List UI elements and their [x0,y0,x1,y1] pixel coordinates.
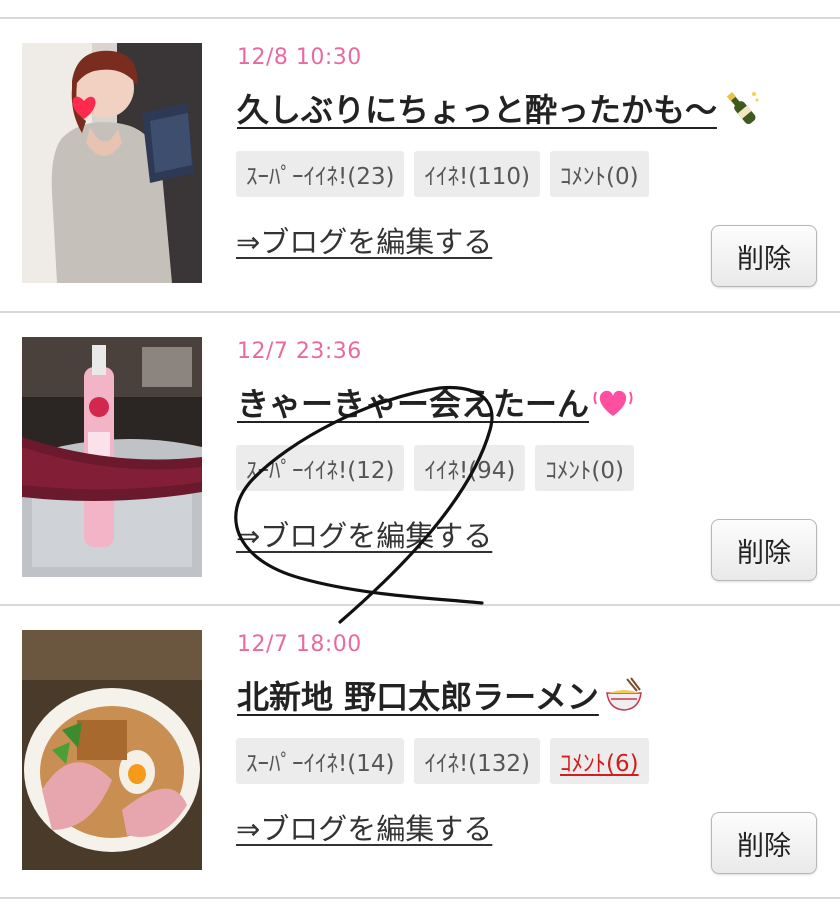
post-title[interactable]: きゃーきゃー会えたーん [237,379,633,428]
reaction-tags: ｽｰﾊﾟｰｲｲﾈ!(23) ｲｲﾈ!(110) ｺﾒﾝﾄ(0) [236,151,649,197]
champagne-bottle-icon [721,88,761,136]
noodle-bowl-icon [603,677,645,721]
like-count[interactable]: ｲｲﾈ!(132) [414,738,541,784]
delete-button[interactable]: 削除 [711,225,817,287]
post-thumbnail[interactable] [22,630,202,870]
post-title[interactable]: 北新地 野口太郎ラーメン [237,672,645,721]
post-title-text[interactable]: 北新地 野口太郎ラーメン [237,678,599,716]
comment-count: ｺﾒﾝﾄ(0) [535,445,634,491]
post-title-text[interactable]: 久しぶりにちょっと酔ったかも〜 [237,91,717,129]
super-like-count[interactable]: ｽｰﾊﾟｰｲｲﾈ!(23) [236,151,405,197]
blog-post-item: 12/8 10:30 久しぶりにちょっと酔ったかも〜 ｽｰﾊﾟｰｲｲﾈ!(23)… [0,19,840,311]
super-like-count[interactable]: ｽｰﾊﾟｰｲｲﾈ!(14) [236,738,405,784]
post-date: 12/8 10:30 [237,45,362,70]
post-thumbnail[interactable] [22,43,202,283]
comment-link[interactable]: ｺﾒﾝﾄ(6) [550,738,649,784]
reaction-tags: ｽｰﾊﾟｰｲｲﾈ!(14) ｲｲﾈ!(132) ｺﾒﾝﾄ(6) [236,738,649,784]
vibrating-heart-icon [593,384,633,428]
like-count[interactable]: ｲｲﾈ!(110) [414,151,541,197]
post-date: 12/7 23:36 [237,339,362,364]
bottom-divider [0,897,840,899]
comment-count: ｺﾒﾝﾄ(0) [550,151,649,197]
super-like-count[interactable]: ｽｰﾊﾟｰｲｲﾈ!(12) [236,445,405,491]
like-count[interactable]: ｲｲﾈ!(94) [414,445,526,491]
post-title-text[interactable]: きゃーきゃー会えたーん [237,385,589,423]
delete-button[interactable]: 削除 [711,519,817,581]
blog-post-item: 12/7 18:00 北新地 野口太郎ラーメン ｽｰﾊﾟｰｲｲﾈ!(14) ｲｲ… [0,606,840,898]
edit-blog-link[interactable]: ⇒ブログを編集する [236,513,492,555]
edit-blog-link[interactable]: ⇒ブログを編集する [236,219,492,261]
blog-post-item: 12/7 23:36 きゃーきゃー会えたーん ｽｰﾊﾟｰｲｲﾈ!(12) ｲｲﾈ… [0,313,840,605]
edit-blog-link[interactable]: ⇒ブログを編集する [236,806,492,848]
post-thumbnail[interactable] [22,337,202,577]
post-date: 12/7 18:00 [237,632,362,657]
post-title[interactable]: 久しぶりにちょっと酔ったかも〜 [237,85,761,136]
delete-button[interactable]: 削除 [711,812,817,874]
reaction-tags: ｽｰﾊﾟｰｲｲﾈ!(12) ｲｲﾈ!(94) ｺﾒﾝﾄ(0) [236,445,634,491]
